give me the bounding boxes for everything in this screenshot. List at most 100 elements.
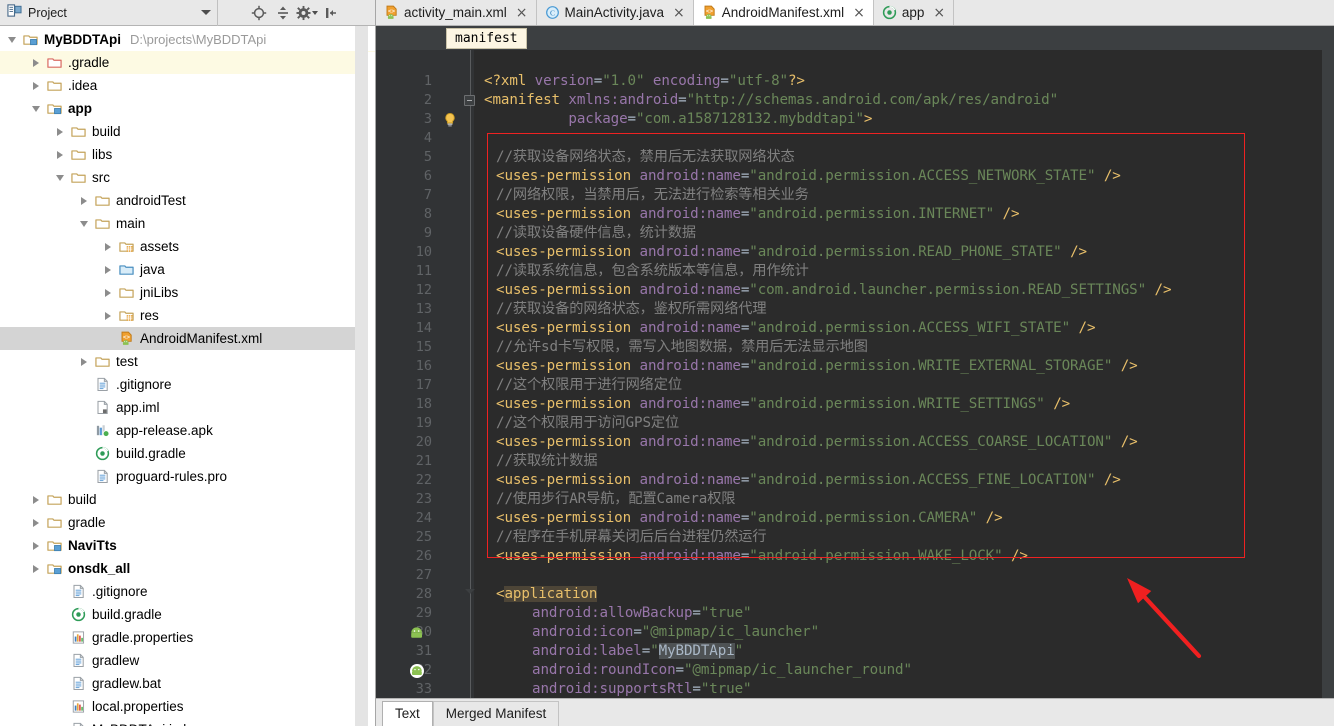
code-line[interactable]: <uses-permission android:name="android.p… <box>496 167 1121 186</box>
tree-item-local-properties[interactable]: local.properties <box>0 695 375 718</box>
code-line[interactable]: <manifest xmlns:android="http://schemas.… <box>484 91 1058 110</box>
chevron-right-icon[interactable] <box>28 534 44 557</box>
tree-item-test[interactable]: test <box>0 350 375 373</box>
chevron-right-icon[interactable] <box>52 143 68 166</box>
code-line[interactable]: //网络权限，当禁用后，无法进行检索等相关业务 <box>496 186 809 205</box>
code-line[interactable]: //读取设备硬件信息，统计数据 <box>496 224 696 243</box>
code-line[interactable]: //允许sd卡写权限，需写入地图数据，禁用后无法显示地图 <box>496 338 868 357</box>
tree-item-app-iml[interactable]: app.iml <box>0 396 375 419</box>
hide-panel-icon[interactable] <box>320 2 342 24</box>
tree-item-build-gradle[interactable]: build.gradle <box>0 442 375 465</box>
chevron-right-icon[interactable] <box>28 557 44 580</box>
chevron-down-icon[interactable] <box>52 166 68 189</box>
chevron-right-icon[interactable] <box>100 281 116 304</box>
intention-bulb-icon[interactable] <box>442 112 458 128</box>
chevron-right-icon[interactable] <box>28 511 44 534</box>
editor-fold-gutter[interactable] <box>440 50 475 698</box>
tree-item-gradlew-bat[interactable]: gradlew.bat <box>0 672 375 695</box>
code-line[interactable]: //读取系统信息，包含系统版本等信息，用作统计 <box>496 262 809 281</box>
code-line[interactable]: <uses-permission android:name="android.p… <box>496 205 1020 224</box>
code-text-body[interactable]: <?xml version="1.0" encoding="utf-8"?> <m… <box>474 50 1334 698</box>
tree-item-res[interactable]: res <box>0 304 375 327</box>
chevron-right-icon[interactable] <box>52 120 68 143</box>
editor-tab-androidmanifest-xml[interactable]: <> AndroidManifest.xml × <box>693 0 874 25</box>
code-line[interactable]: <uses-permission android:name="com.andro… <box>496 281 1171 300</box>
project-tree-scroll-area[interactable]: MyBDDTApi D:\projects\MyBDDTApi .gradle .id… <box>0 26 375 726</box>
gear-settings-icon[interactable] <box>296 2 318 24</box>
breadcrumb[interactable]: manifest <box>446 28 527 49</box>
code-line[interactable]: //获取设备网络状态，禁用后无法获取网络状态 <box>496 148 795 167</box>
android-resource-icon[interactable] <box>409 625 425 641</box>
tree-item-mybddtapi-iml[interactable]: MyBDDTApi.iml <box>0 718 375 726</box>
tree-item-mybddtapi[interactable]: MyBDDTApi D:\projects\MyBDDTApi <box>0 28 375 51</box>
tree-item-gradle[interactable]: gradle <box>0 511 375 534</box>
code-line[interactable]: //获取统计数据 <box>496 452 598 471</box>
tree-item-assets[interactable]: assets <box>0 235 375 258</box>
code-line[interactable]: <uses-permission android:name="android.p… <box>496 433 1138 452</box>
code-editor[interactable]: 1 2 3 4 5 6 7 8 9 10 11 12 13 14 15 16 17 18 19 20 21 22 23 24 2… <box>376 50 1334 698</box>
code-line[interactable]: //使用步行AR导航，配置Camera权限 <box>496 490 735 509</box>
bottom-tab-merged-manifest[interactable]: Merged Manifest <box>432 701 560 726</box>
editor-tab-app[interactable]: app × <box>873 0 955 25</box>
chevron-down-icon[interactable] <box>76 212 92 235</box>
code-line[interactable]: android:roundIcon="@mipmap/ic_launcher_r… <box>532 661 912 680</box>
close-icon[interactable]: × <box>673 6 685 20</box>
editor-tab-activity-main-xml[interactable]: <> activity_main.xml × <box>376 0 537 25</box>
code-line[interactable]: <?xml version="1.0" encoding="utf-8"?> <box>484 72 805 91</box>
tree-item-onsdk-all[interactable]: onsdk_all <box>0 557 375 580</box>
chevron-right-icon[interactable] <box>76 350 92 373</box>
tree-item-gradle[interactable]: .gradle <box>0 51 375 74</box>
code-line[interactable]: <uses-permission android:name="android.p… <box>496 357 1138 376</box>
chevron-right-icon[interactable] <box>100 304 116 327</box>
tree-item-build-gradle[interactable]: build.gradle <box>0 603 375 626</box>
collapse-all-icon[interactable] <box>272 2 294 24</box>
bottom-tab-text[interactable]: Text <box>382 701 433 726</box>
chevron-down-icon[interactable] <box>201 10 211 15</box>
code-line[interactable]: <uses-permission android:name="android.p… <box>496 509 1003 528</box>
tree-item-gitignore[interactable]: .gitignore <box>0 373 375 396</box>
tree-item-build[interactable]: build <box>0 488 375 511</box>
code-line[interactable]: <uses-permission android:name="android.p… <box>496 547 1028 566</box>
tree-item-androidtest[interactable]: androidTest <box>0 189 375 212</box>
tree-item-java[interactable]: java <box>0 258 375 281</box>
chevron-down-icon[interactable] <box>312 10 318 15</box>
chevron-right-icon[interactable] <box>28 74 44 97</box>
tree-item-main[interactable]: main <box>0 212 375 235</box>
chevron-right-icon[interactable] <box>100 235 116 258</box>
chevron-right-icon[interactable] <box>76 189 92 212</box>
tree-item-idea[interactable]: .idea <box>0 74 375 97</box>
code-line[interactable]: <uses-permission android:name="android.p… <box>496 319 1096 338</box>
code-line[interactable]: android:label="MyBDDTApi" <box>532 642 743 661</box>
code-line[interactable]: <uses-permission android:name="android.p… <box>496 395 1070 414</box>
code-line[interactable]: <uses-permission android:name="android.p… <box>496 243 1087 262</box>
tree-item-app[interactable]: app <box>0 97 375 120</box>
chevron-right-icon[interactable] <box>28 51 44 74</box>
chevron-down-icon[interactable] <box>4 28 20 51</box>
code-line[interactable]: android:supportsRtl="true" <box>532 680 752 698</box>
tree-item-app-release-apk[interactable]: app-release.apk <box>0 419 375 442</box>
tree-item-proguard-rules-pro[interactable]: proguard-rules.pro <box>0 465 375 488</box>
code-line[interactable]: package="com.a1587128132.mybddtapi"> <box>484 110 872 129</box>
code-line[interactable]: //这个权限用于访问GPS定位 <box>496 414 679 433</box>
locate-target-icon[interactable] <box>248 2 270 24</box>
tree-item-gradlew[interactable]: gradlew <box>0 649 375 672</box>
close-icon[interactable]: × <box>516 6 528 20</box>
code-line[interactable]: android:allowBackup="true" <box>532 604 752 623</box>
tree-item-gradle-properties[interactable]: gradle.properties <box>0 626 375 649</box>
code-line[interactable]: //这个权限用于进行网络定位 <box>496 376 682 395</box>
close-icon[interactable]: × <box>853 6 865 20</box>
chevron-right-icon[interactable] <box>100 258 116 281</box>
code-line[interactable]: <uses-permission android:name="android.p… <box>496 471 1121 490</box>
code-line[interactable]: <application <box>496 585 597 604</box>
code-line[interactable]: //程序在手机屏幕关闭后后台进程仍然运行 <box>496 528 767 547</box>
editor-right-scroll-strip[interactable] <box>1322 50 1334 698</box>
tree-item-gitignore[interactable]: .gitignore <box>0 580 375 603</box>
tree-item-src[interactable]: src <box>0 166 375 189</box>
close-icon[interactable]: × <box>933 6 945 20</box>
code-line[interactable]: android:icon="@mipmap/ic_launcher" <box>532 623 819 642</box>
tree-item-build[interactable]: build <box>0 120 375 143</box>
android-round-resource-icon[interactable] <box>409 663 425 679</box>
chevron-right-icon[interactable] <box>28 488 44 511</box>
tree-item-libs[interactable]: libs <box>0 143 375 166</box>
project-panel-scrollbar-thumb[interactable] <box>355 26 368 726</box>
